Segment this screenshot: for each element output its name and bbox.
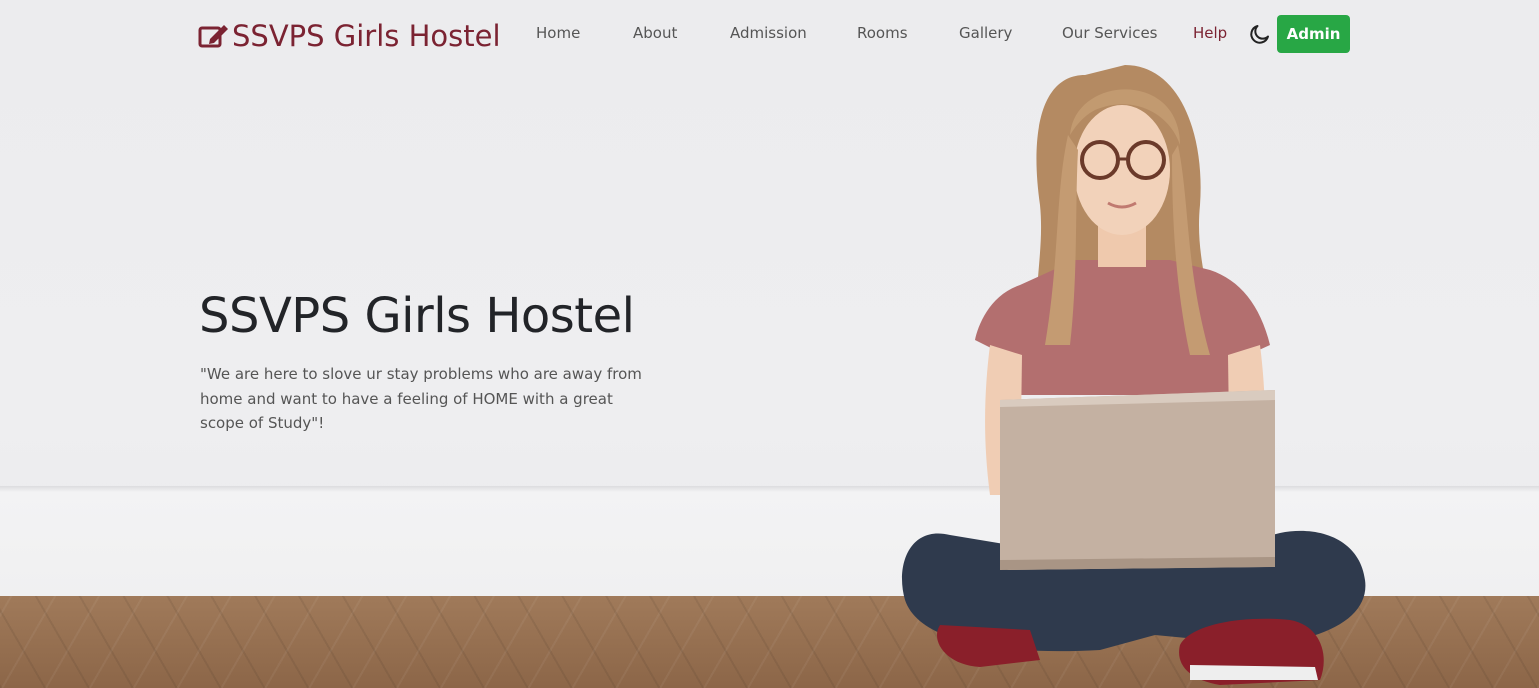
girl-with-laptop-illustration — [902, 65, 1366, 685]
moon-icon[interactable] — [1248, 22, 1272, 46]
admin-button[interactable]: Admin — [1277, 15, 1350, 53]
edit-icon — [198, 25, 228, 48]
nav-help[interactable]: Help — [1193, 24, 1227, 42]
nav-gallery[interactable]: Gallery — [959, 24, 1012, 42]
nav-our-services[interactable]: Our Services — [1062, 24, 1158, 42]
brand-link[interactable]: SSVPS Girls Hostel — [198, 16, 501, 56]
hero-background — [0, 0, 1539, 688]
nav-about[interactable]: About — [633, 24, 677, 42]
brand-title: SSVPS Girls Hostel — [232, 19, 501, 53]
nav-rooms[interactable]: Rooms — [857, 24, 908, 42]
hero-quote: "We are here to slove ur stay problems w… — [200, 365, 642, 432]
nav-home[interactable]: Home — [536, 24, 580, 42]
nav-admission[interactable]: Admission — [730, 24, 807, 42]
hero-title: SSVPS Girls Hostel — [199, 288, 635, 344]
navbar: SSVPS Girls Hostel Home About Admission … — [0, 0, 1539, 70]
